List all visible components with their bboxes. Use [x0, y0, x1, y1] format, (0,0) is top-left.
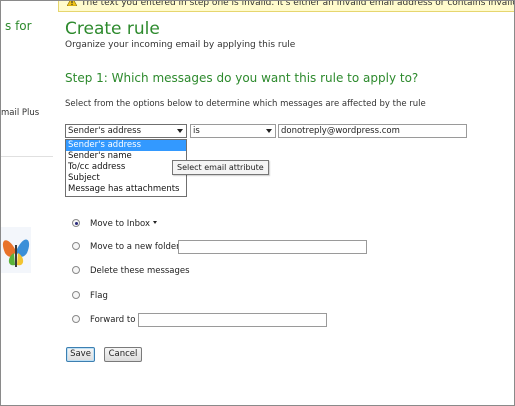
chevron-down-icon	[266, 129, 272, 133]
warning-banner: The text you entered in step one is inva…	[58, 0, 514, 12]
operator-select-value: is	[193, 126, 200, 136]
left-divider	[1, 156, 53, 157]
action-label: Move to a new folder	[90, 242, 180, 252]
operator-select[interactable]: is	[190, 124, 276, 138]
left-partial-link[interactable]: s for	[5, 19, 32, 33]
step1-heading: Step 1: Which messages do you want this …	[65, 71, 419, 85]
chevron-down-icon[interactable]	[153, 221, 157, 224]
attribute-select-value: Sender's address	[68, 126, 141, 136]
action-label: Move to Inbox	[90, 219, 150, 229]
new-folder-input[interactable]	[178, 240, 367, 254]
warning-text: The text you entered in step one is inva…	[81, 0, 514, 8]
dropdown-option[interactable]: Sender's name	[66, 151, 186, 162]
action-delete[interactable]: Delete these messages	[72, 264, 232, 278]
dropdown-option[interactable]: Message has attachments	[66, 184, 186, 195]
action-label: Forward to	[90, 315, 136, 325]
left-partial-label: mail Plus	[1, 108, 40, 118]
action-move-to-folder[interactable]: Move to a new folder	[72, 240, 192, 254]
dropdown-option[interactable]: Sender's address	[66, 140, 186, 151]
action-move-to-inbox[interactable]: Move to Inbox	[72, 217, 192, 231]
attribute-dropdown-list: Sender's address Sender's name To/cc add…	[65, 139, 187, 197]
radio-move-to-inbox[interactable]	[72, 219, 80, 227]
radio-delete[interactable]	[72, 266, 80, 274]
left-panel: s for mail Plus	[1, 1, 53, 405]
page-subtitle: Organize your incoming email by applying…	[65, 40, 296, 50]
radio-flag[interactable]	[72, 291, 80, 299]
action-label: Flag	[90, 291, 108, 301]
forward-to-input[interactable]	[138, 313, 327, 327]
chevron-down-icon	[177, 129, 183, 133]
radio-move-to-folder[interactable]	[72, 242, 80, 250]
save-button[interactable]: Save	[66, 347, 95, 362]
butterfly-logo-icon	[1, 227, 31, 273]
condition-value-input[interactable]: donotreply@wordpress.com	[278, 124, 467, 138]
dropdown-option[interactable]: Subject	[66, 173, 186, 184]
step1-instruction: Select from the options below to determi…	[65, 99, 426, 109]
dropdown-option[interactable]: To/cc address	[66, 162, 186, 173]
cancel-button[interactable]: Cancel	[104, 347, 142, 362]
attribute-select[interactable]: Sender's address	[65, 124, 187, 138]
action-label: Delete these messages	[90, 266, 190, 276]
radio-forward[interactable]	[72, 315, 80, 323]
action-flag[interactable]: Flag	[72, 289, 152, 303]
rule-window: s for mail Plus The text you entered in …	[0, 0, 515, 406]
page-title: Create rule	[65, 19, 160, 39]
attribute-tooltip: Select email attribute	[172, 160, 269, 175]
warning-icon	[67, 1, 77, 6]
